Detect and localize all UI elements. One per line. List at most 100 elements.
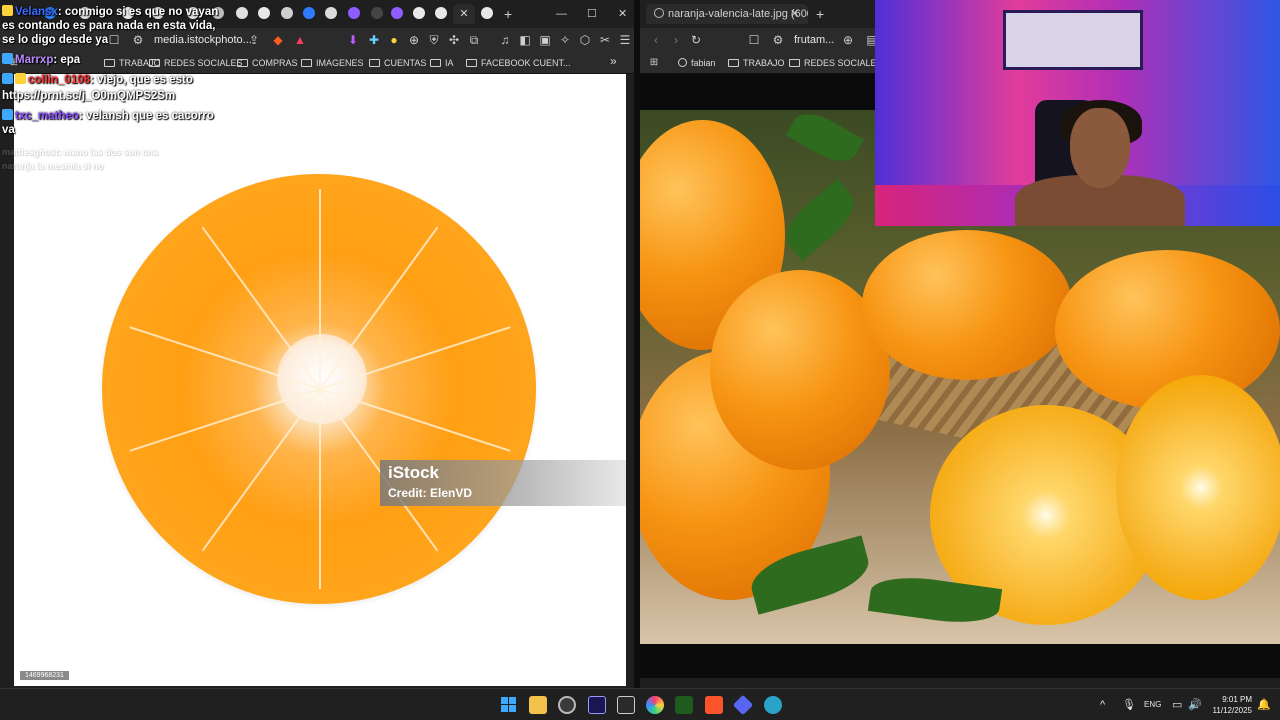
zoom-icon[interactable]: ⊕ bbox=[840, 32, 856, 48]
tab-favicon-icon[interactable] bbox=[303, 7, 315, 19]
webcam-overlay bbox=[875, 0, 1280, 226]
bookmark-icon[interactable]: ☐ bbox=[106, 32, 122, 48]
ai-icon[interactable]: ✧ bbox=[557, 32, 573, 48]
download-extension-icon[interactable]: ⬇ bbox=[345, 32, 361, 48]
chat-badge-icon bbox=[2, 73, 13, 84]
notifications-bell-icon[interactable]: 🔔 bbox=[1257, 689, 1271, 720]
chat-message-continuation: https://prnt.sc/j_O0mQMPS2Sm bbox=[2, 90, 176, 102]
bookmark-folder-trabajo[interactable]: TRABAJO bbox=[728, 56, 785, 70]
bookmark-label: FACEBOOK CUENT... bbox=[481, 58, 571, 68]
forward-icon[interactable]: › bbox=[668, 32, 684, 48]
color-app-icon[interactable] bbox=[646, 696, 664, 714]
close-window-button[interactable]: ✕ bbox=[618, 4, 632, 24]
tab-title: naranja-valencia-late.jpg (600×4 bbox=[668, 8, 808, 20]
language-indicator[interactable]: ENG bbox=[1144, 689, 1161, 720]
menu-icon[interactable]: ☰ bbox=[617, 32, 633, 48]
chat-message: Marrxp: epa bbox=[2, 52, 80, 68]
brave-browser-icon[interactable] bbox=[705, 696, 723, 714]
folder-icon bbox=[466, 59, 477, 67]
premiere-icon[interactable] bbox=[588, 696, 606, 714]
tab-favicon-icon[interactable] bbox=[348, 7, 360, 19]
globe-icon bbox=[654, 8, 664, 18]
chat-message: txc_matheo: velansh que es cacorro bbox=[2, 108, 214, 124]
extension-icon[interactable]: ✚ bbox=[366, 32, 382, 48]
reload-icon[interactable]: ↻ bbox=[688, 32, 704, 48]
address-bar[interactable]: media.istockphoto... bbox=[154, 32, 252, 48]
bookmark-folder-ia[interactable]: IA bbox=[430, 56, 454, 70]
epic-games-icon[interactable] bbox=[617, 696, 635, 714]
folder-icon bbox=[369, 59, 380, 67]
back-icon[interactable]: ‹ bbox=[648, 32, 664, 48]
brave-rewards-icon[interactable]: ▲ bbox=[292, 32, 308, 48]
orange-slice-image bbox=[102, 174, 536, 604]
clock-time: 9:01 PM bbox=[1222, 695, 1252, 704]
tab-favicon-icon[interactable] bbox=[481, 7, 493, 19]
new-tab-button[interactable]: + bbox=[504, 4, 518, 24]
bookmark-folder-redes-sociales[interactable]: REDES SOCIALES bbox=[149, 56, 243, 70]
network-icon[interactable]: ▭ bbox=[1172, 689, 1182, 720]
globe-app-icon[interactable] bbox=[764, 696, 782, 714]
tab-close-button[interactable]: ✕ bbox=[790, 4, 804, 24]
chat-text: : conmigo si es que no vayan bbox=[57, 6, 219, 18]
tab-favicon-icon[interactable] bbox=[325, 7, 337, 19]
microphone-icon[interactable]: 🎙 bbox=[1122, 689, 1136, 720]
chat-badge-icon bbox=[2, 109, 13, 120]
wall-frame bbox=[1003, 10, 1143, 70]
tab-favicon-icon[interactable] bbox=[371, 7, 383, 19]
apps-icon[interactable]: ⊞ bbox=[646, 55, 662, 71]
new-tab-button[interactable]: + bbox=[816, 4, 830, 24]
extension-icon[interactable]: ⊕ bbox=[406, 32, 422, 48]
more-bookmarks-button[interactable]: » bbox=[610, 54, 617, 68]
start-button[interactable] bbox=[501, 697, 516, 712]
site-settings-icon[interactable]: ⚙ bbox=[770, 32, 786, 48]
maximize-button[interactable]: ☐ bbox=[587, 4, 601, 24]
tab-favicon-icon[interactable] bbox=[391, 7, 403, 19]
chat-message-faded: naranja la mesmia sí no bbox=[2, 161, 104, 171]
orange-half bbox=[1116, 375, 1280, 600]
address-bar[interactable]: frutam... bbox=[794, 32, 834, 48]
active-tab-close-button[interactable]: ✕ bbox=[453, 4, 475, 24]
app-diamond-icon[interactable] bbox=[732, 694, 754, 716]
istock-watermark: iStock Credit: ElenVD bbox=[380, 460, 626, 506]
play-app-icon[interactable] bbox=[675, 696, 693, 714]
tab-favicon-icon[interactable] bbox=[236, 7, 248, 19]
sidebar-icon[interactable]: ◧ bbox=[517, 32, 533, 48]
bookmark-fabian[interactable]: fabian bbox=[678, 56, 716, 70]
bookmark-label: IMAGENES bbox=[316, 58, 364, 68]
bookmark-folder-imagenes[interactable]: IMAGENES bbox=[301, 56, 364, 70]
bookmark-folder-facebook[interactable]: FACEBOOK CUENT... bbox=[466, 56, 571, 70]
file-explorer-icon[interactable] bbox=[529, 696, 547, 714]
system-clock[interactable]: 9:01 PM 11/12/2025 bbox=[1208, 694, 1252, 716]
share-icon[interactable]: ⇪ bbox=[246, 32, 262, 48]
chat-text: : velansh que es cacorro bbox=[78, 110, 214, 122]
tray-overflow-button[interactable]: ^ bbox=[1100, 689, 1105, 720]
clock-date: 11/12/2025 bbox=[1212, 706, 1252, 715]
istock-image-page: iStock Credit: ElenVD 1469968231 bbox=[14, 74, 626, 686]
volume-icon[interactable]: 🔊 bbox=[1188, 689, 1202, 720]
wallet-icon[interactable]: ▣ bbox=[537, 32, 553, 48]
chat-text: : epa bbox=[53, 54, 81, 66]
site-settings-icon[interactable]: ⚙ bbox=[130, 32, 146, 48]
extension-icon[interactable]: ● bbox=[386, 32, 402, 48]
vpn-icon[interactable]: ⬡ bbox=[577, 32, 593, 48]
tools-icon[interactable]: ✂ bbox=[597, 32, 613, 48]
media-icon[interactable]: ♫ bbox=[497, 32, 513, 48]
minimize-button[interactable]: — bbox=[556, 4, 570, 24]
brave-shield-icon[interactable]: ◆ bbox=[270, 32, 286, 48]
tab-favicon-icon[interactable] bbox=[413, 7, 425, 19]
obs-icon[interactable] bbox=[558, 696, 576, 714]
shield-icon[interactable]: ⛨ bbox=[426, 32, 442, 48]
tab-favicon-icon[interactable] bbox=[435, 7, 447, 19]
tab-favicon-icon[interactable] bbox=[281, 7, 293, 19]
bookmark-folder-compras[interactable]: COMPRAS bbox=[237, 56, 298, 70]
puzzle-icon[interactable]: ✣ bbox=[446, 32, 462, 48]
chat-text: : viejo, que es esto bbox=[90, 74, 193, 86]
folder-icon bbox=[728, 59, 739, 67]
bookmark-folder-cuentas[interactable]: CUENTAS bbox=[369, 56, 426, 70]
bookmark-icon[interactable]: ☐ bbox=[746, 32, 762, 48]
folder-icon bbox=[301, 59, 312, 67]
screenshot-icon[interactable]: ⧉ bbox=[466, 32, 482, 48]
bookmark-folder-redes-sociales[interactable]: REDES SOCIALES bbox=[789, 56, 883, 70]
tab-naranja-valencia[interactable]: naranja-valencia-late.jpg (600×4 bbox=[646, 4, 808, 24]
tab-favicon-icon[interactable] bbox=[258, 7, 270, 19]
